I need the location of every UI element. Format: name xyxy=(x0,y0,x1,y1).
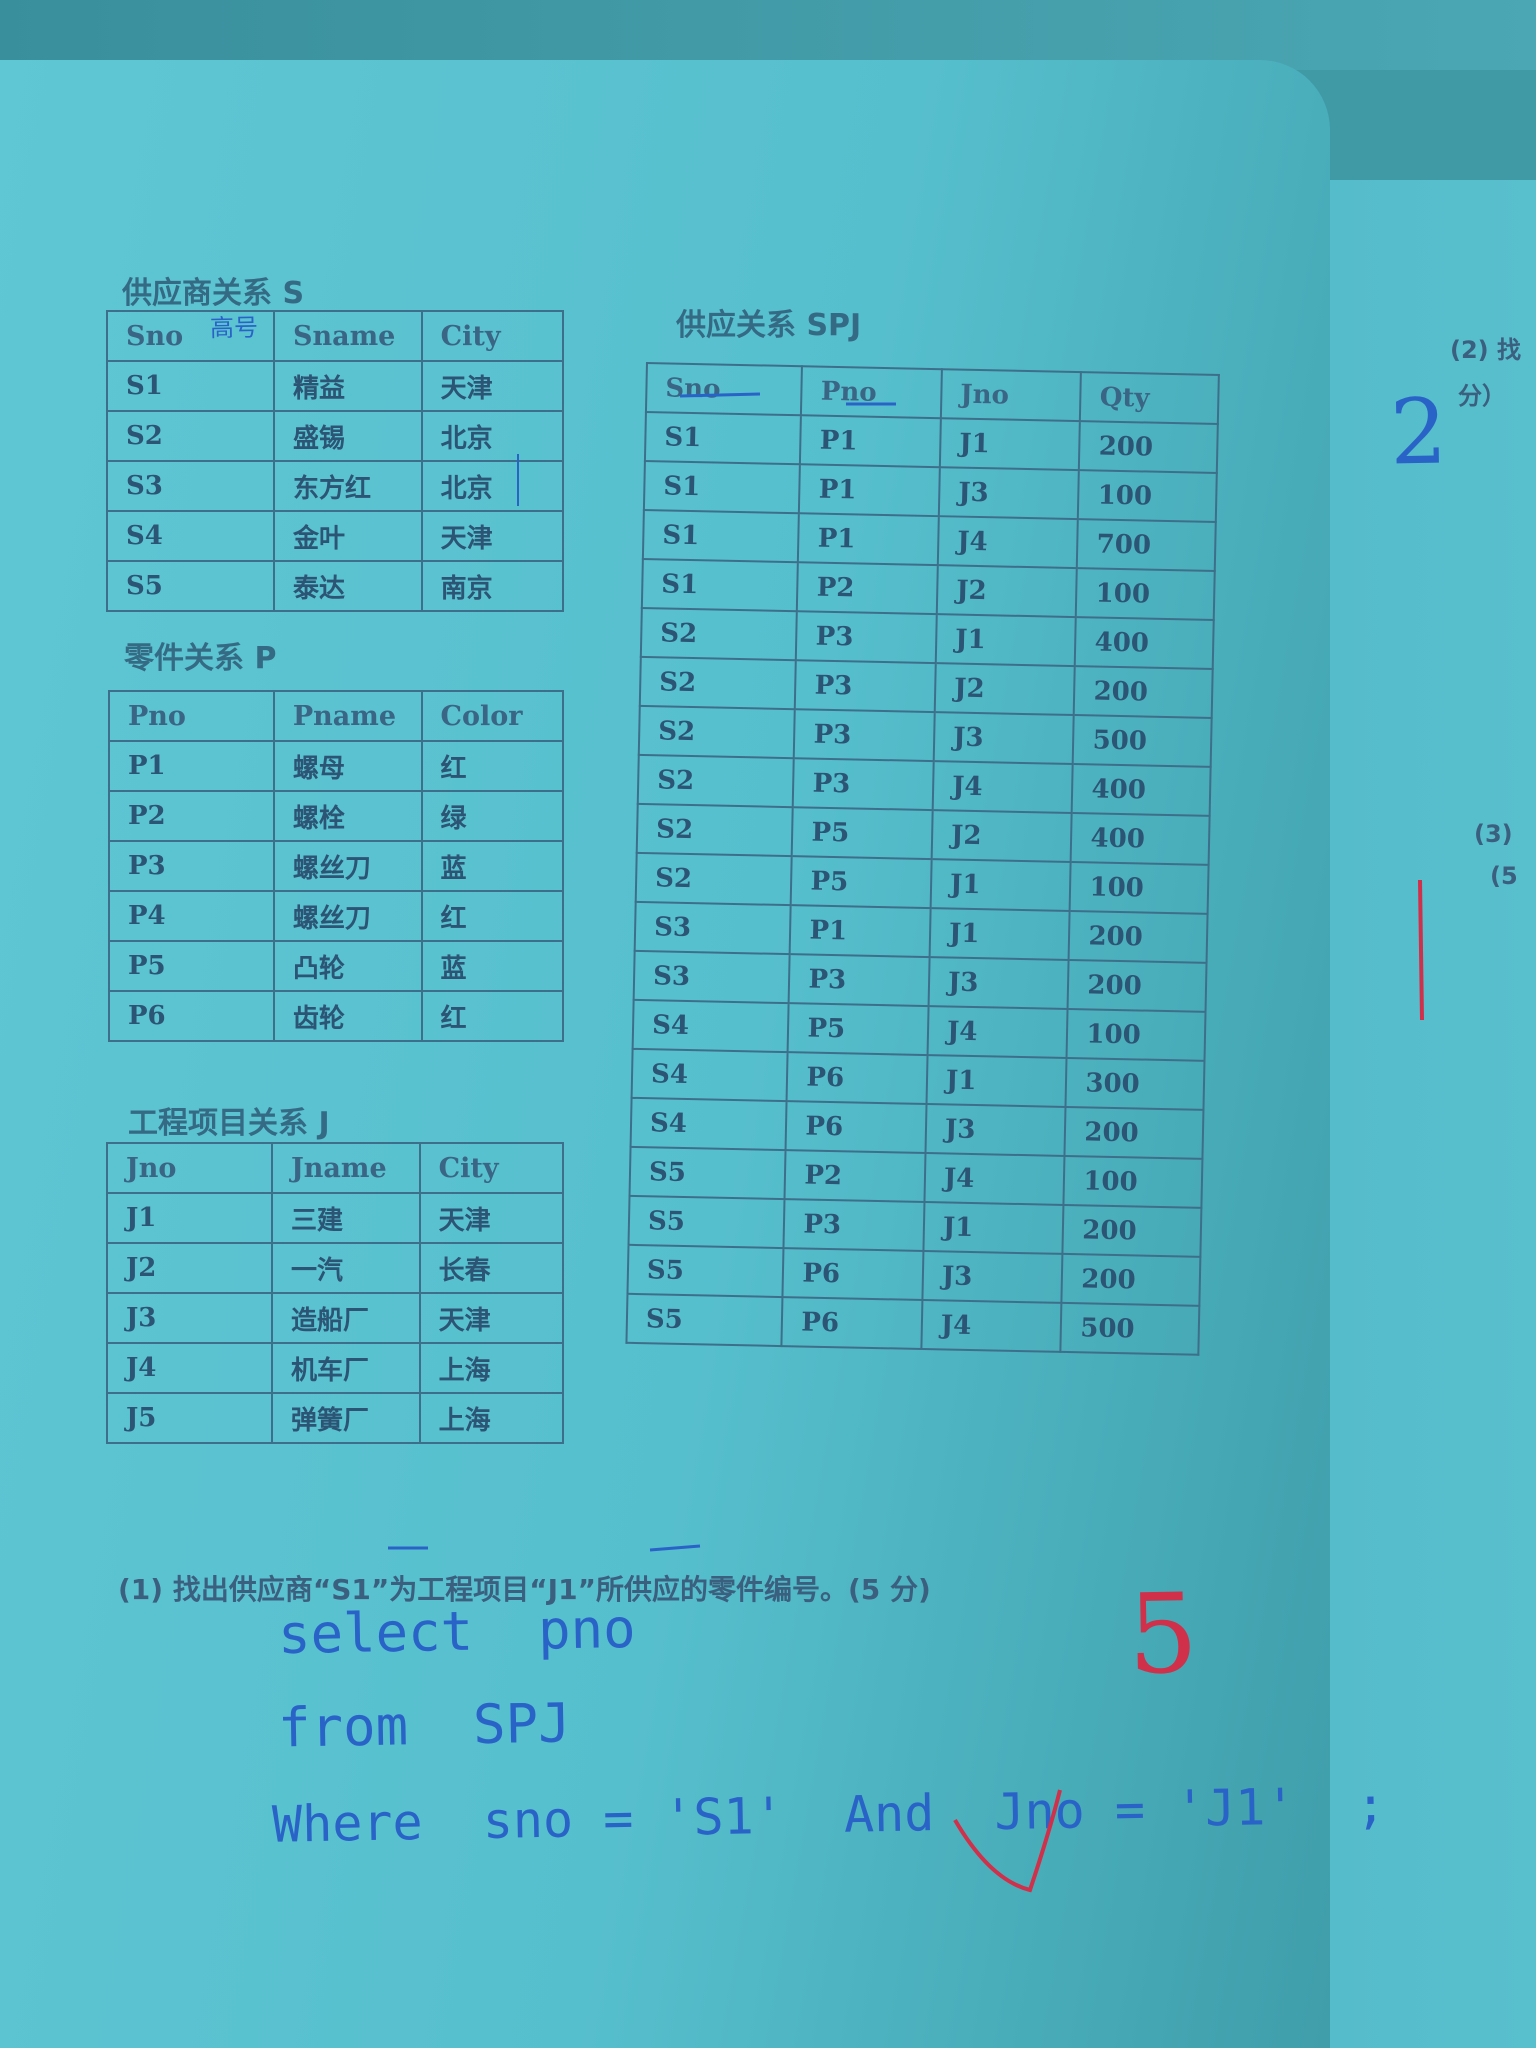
underline-j1-icon xyxy=(649,1544,701,1552)
check-mark-icon xyxy=(953,1789,1062,1893)
underline-sno-icon xyxy=(679,392,761,398)
margin-red-line-icon xyxy=(1418,879,1424,1021)
pen-marks xyxy=(388,392,1424,1893)
